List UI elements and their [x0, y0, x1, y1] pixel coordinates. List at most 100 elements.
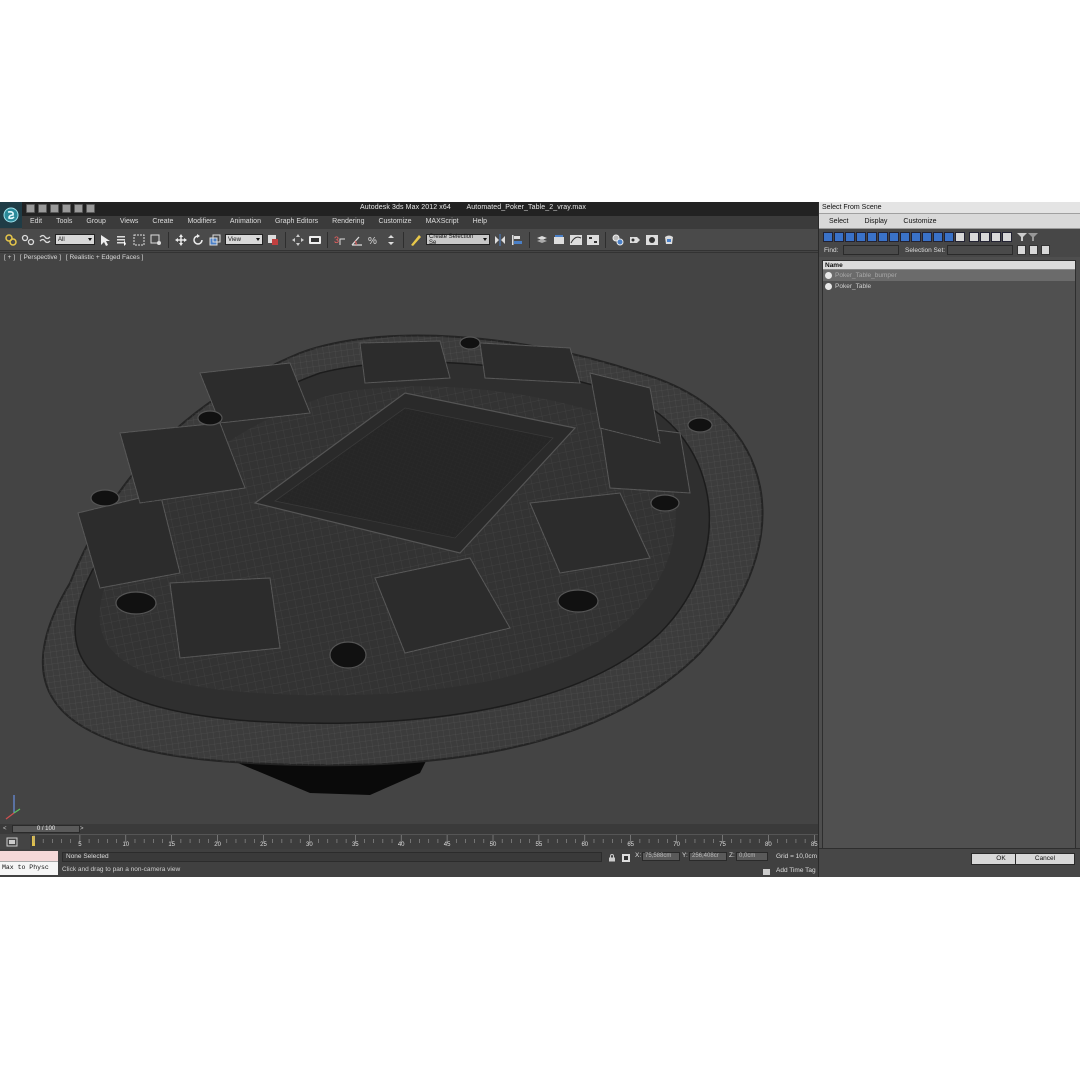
window-crossing-icon[interactable] — [149, 233, 163, 247]
delete-selection-set-icon[interactable] — [1041, 245, 1050, 255]
perspective-viewport[interactable]: [ + ] [ Perspective ] [ Realistic + Edge… — [0, 252, 818, 824]
menu-rendering[interactable]: Rendering — [324, 216, 370, 229]
scale-icon[interactable] — [208, 233, 222, 247]
display-shapes-icon[interactable] — [834, 231, 844, 242]
reference-coordinate-dropdown[interactable]: View — [225, 234, 263, 245]
list-item[interactable]: Poker_Table — [823, 281, 1075, 292]
display-helpers-icon[interactable] — [867, 231, 877, 242]
filter-funnel-icon[interactable] — [1017, 232, 1027, 242]
time-slider-next-button[interactable]: > — [80, 826, 84, 832]
menu-animation[interactable]: Animation — [222, 216, 267, 229]
selection-filter-dropdown[interactable]: All — [55, 234, 95, 245]
align-icon[interactable] — [510, 233, 524, 247]
render-production-icon[interactable] — [662, 233, 676, 247]
display-none-icon[interactable] — [969, 231, 979, 242]
schematic-view-icon[interactable] — [586, 233, 600, 247]
z-coordinate-field[interactable]: 0,0cm — [736, 852, 768, 861]
viewport-label[interactable]: [ + ] [ Perspective ] [ Realistic + Edge… — [4, 254, 146, 261]
display-children-icon[interactable] — [991, 231, 1001, 242]
pivot-point-center-icon[interactable] — [266, 233, 280, 247]
keyboard-shortcut-override-icon[interactable] — [308, 233, 322, 247]
viewport-menu-label[interactable]: [ + ] — [4, 254, 15, 261]
display-xrefs-icon[interactable] — [900, 231, 910, 242]
bind-to-space-warp-icon[interactable] — [38, 233, 52, 247]
spinner-snap-toggle-icon[interactable] — [384, 233, 398, 247]
menu-views[interactable]: Views — [112, 216, 145, 229]
rendered-frame-window-icon[interactable] — [645, 233, 659, 247]
menu-graph-editors[interactable]: Graph Editors — [267, 216, 324, 229]
dialog-menu-customize[interactable]: Customize — [893, 214, 942, 228]
graphite-modeling-tools-icon[interactable] — [552, 233, 566, 247]
display-lights-icon[interactable] — [845, 231, 855, 242]
display-invert-icon[interactable] — [980, 231, 990, 242]
display-bones-icon[interactable] — [911, 231, 921, 242]
project-folder-icon[interactable] — [86, 204, 95, 213]
named-selection-set-dropdown[interactable]: Create Selection Se — [426, 234, 490, 246]
menu-tools[interactable]: Tools — [48, 216, 78, 229]
menu-modifiers[interactable]: Modifiers — [179, 216, 221, 229]
time-slider-prev-button[interactable]: < — [3, 826, 7, 832]
menu-create[interactable]: Create — [144, 216, 179, 229]
select-by-name-icon[interactable] — [115, 233, 129, 247]
list-item[interactable]: Poker_Table_bumper — [823, 270, 1075, 281]
display-groups-icon[interactable] — [889, 231, 899, 242]
display-hidden-icon[interactable] — [944, 231, 954, 242]
curve-editor-icon[interactable] — [569, 233, 583, 247]
selection-lock-icon[interactable] — [608, 854, 616, 862]
edit-selection-set-icon[interactable] — [1029, 245, 1038, 255]
menu-edit[interactable]: Edit — [22, 216, 48, 229]
undo-icon[interactable] — [62, 204, 71, 213]
maxscript-listener-input[interactable]: Max to Physc — [0, 862, 58, 874]
display-influences-icon[interactable] — [1002, 231, 1012, 242]
menu-customize[interactable]: Customize — [370, 216, 417, 229]
y-coordinate-field[interactable]: 256,408cr — [689, 852, 727, 861]
maxscript-mini-listener[interactable]: Max to Physc — [0, 851, 58, 875]
menu-maxscript[interactable]: MAXScript — [418, 216, 465, 229]
material-editor-icon[interactable] — [611, 233, 625, 247]
render-setup-icon[interactable] — [628, 233, 642, 247]
selection-set-dropdown[interactable] — [947, 245, 1013, 255]
rotate-icon[interactable] — [191, 233, 205, 247]
new-file-icon[interactable] — [26, 204, 35, 213]
select-and-link-icon[interactable] — [4, 233, 18, 247]
menu-group[interactable]: Group — [78, 216, 111, 229]
edit-named-selection-sets-icon[interactable] — [409, 233, 423, 247]
dialog-menu-select[interactable]: Select — [819, 214, 854, 228]
display-geometry-icon[interactable] — [823, 231, 833, 242]
absolute-mode-icon[interactable] — [622, 854, 630, 862]
display-all-icon[interactable] — [955, 231, 965, 242]
display-space-warps-icon[interactable] — [878, 231, 888, 242]
mirror-icon[interactable] — [493, 233, 507, 247]
name-column-header[interactable]: Name — [823, 261, 1075, 270]
select-object-icon[interactable] — [98, 233, 112, 247]
snaps-toggle-icon[interactable]: 3 — [333, 233, 347, 247]
layer-manager-icon[interactable] — [535, 233, 549, 247]
viewport-shading-label[interactable]: [ Realistic + Edged Faces ] — [66, 254, 144, 261]
move-icon[interactable] — [174, 233, 188, 247]
rectangular-selection-icon[interactable] — [132, 233, 146, 247]
redo-icon[interactable] — [74, 204, 83, 213]
select-and-manipulate-icon[interactable] — [291, 233, 305, 247]
viewport-view-label[interactable]: [ Perspective ] — [20, 254, 61, 261]
filter-settings-icon[interactable] — [1028, 232, 1038, 242]
time-tag-icon[interactable] — [763, 868, 771, 876]
application-button[interactable] — [0, 202, 22, 228]
add-time-tag-button[interactable]: Add Time Tag — [776, 867, 816, 874]
save-file-icon[interactable] — [50, 204, 59, 213]
time-slider[interactable]: 0 / 100 — [12, 825, 80, 833]
display-cameras-icon[interactable] — [856, 231, 866, 242]
menu-help[interactable]: Help — [465, 216, 493, 229]
x-coordinate-field[interactable]: 75,588cm — [642, 852, 680, 861]
display-frozen-icon[interactable] — [933, 231, 943, 242]
timeline-ruler[interactable]: 5 10 15 20 25 30 35 40 45 50 55 60 65 70 75 80 85 — [30, 834, 818, 849]
cancel-button[interactable]: Cancel — [1015, 853, 1075, 865]
angle-snap-toggle-icon[interactable] — [350, 233, 364, 247]
track-bar-icon[interactable] — [6, 836, 18, 848]
percent-snap-toggle-icon[interactable]: % — [367, 233, 381, 247]
create-selection-set-icon[interactable] — [1017, 245, 1026, 255]
open-file-icon[interactable] — [38, 204, 47, 213]
unlink-icon[interactable] — [21, 233, 35, 247]
find-input[interactable] — [843, 245, 899, 255]
display-containers-icon[interactable] — [922, 231, 932, 242]
dialog-menu-display[interactable]: Display — [854, 214, 893, 228]
